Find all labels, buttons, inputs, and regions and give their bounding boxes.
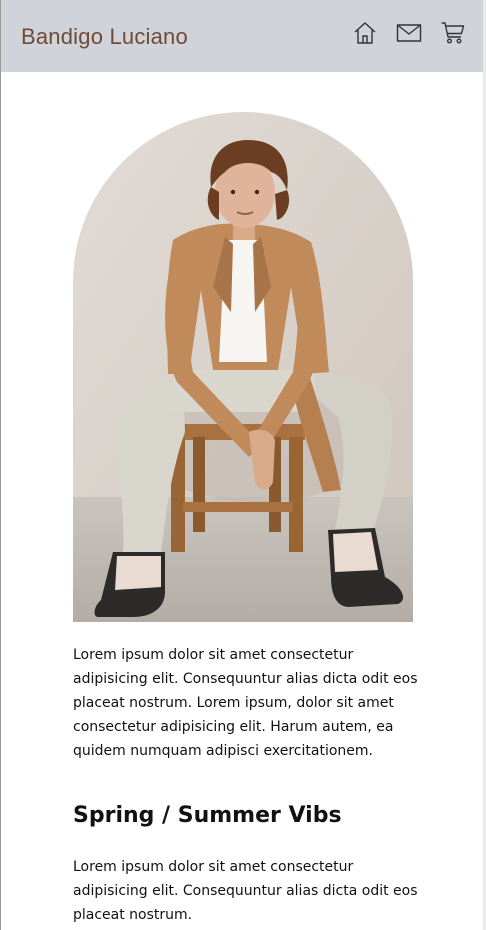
intro-paragraph: Lorem ipsum dolor sit amet consectetur a… bbox=[73, 647, 418, 759]
section-paragraph: Lorem ipsum dolor sit amet consectetur a… bbox=[73, 859, 418, 923]
mail-icon[interactable] bbox=[396, 20, 422, 46]
site-header: Bandigo Luciano bbox=[1, 0, 483, 72]
brand-logo-text[interactable]: Bandigo Luciano bbox=[21, 24, 188, 50]
page-border-left bbox=[0, 0, 1, 930]
hero-image bbox=[73, 112, 413, 622]
home-icon[interactable] bbox=[352, 20, 378, 46]
section-title: Spring / Summer Vibs bbox=[73, 803, 342, 828]
cart-icon[interactable] bbox=[440, 20, 466, 46]
